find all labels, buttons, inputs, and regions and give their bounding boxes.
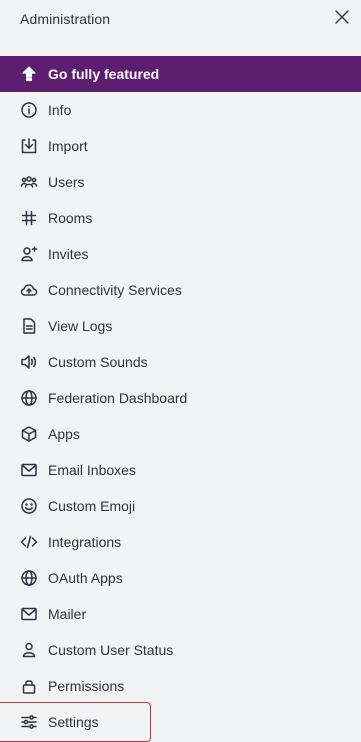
globe-icon [20,569,38,587]
sidebar-item-label: Mailer [48,606,87,622]
globe-icon [20,389,38,407]
sidebar-item-label: Custom Sounds [48,354,148,370]
sidebar-item-rooms[interactable]: Rooms [0,200,361,236]
sidebar-item-label: OAuth Apps [48,570,123,586]
sidebar-item-permissions[interactable]: Permissions [0,668,361,704]
sidebar-item-label: Federation Dashboard [48,390,188,406]
sidebar-item-info[interactable]: Info [0,92,361,128]
mail-icon [20,605,38,623]
info-icon [20,101,38,119]
sidebar-item-invites[interactable]: Invites [0,236,361,272]
sidebar-item-label: View Logs [48,318,113,334]
sidebar-item-label: Permissions [48,678,125,694]
users-icon [20,173,38,191]
emoji-icon [20,497,38,515]
sidebar-header: Administration [0,0,361,40]
sidebar-item-label: Invites [48,246,89,262]
document-icon [20,317,38,335]
cloud-icon [20,281,38,299]
user-icon [20,641,38,659]
sidebar-item-mailer[interactable]: Mailer [0,596,361,632]
sidebar-item-label: Custom User Status [48,642,174,658]
sidebar-item-label: Email Inboxes [48,462,136,478]
sidebar-item-email-inboxes[interactable]: Email Inboxes [0,452,361,488]
sidebar-item-custom-user-status[interactable]: Custom User Status [0,632,361,668]
sidebar-item-oauth-apps[interactable]: OAuth Apps [0,560,361,596]
sidebar-item-label: Import [48,138,88,154]
admin-nav: Go fully featured Info Import Users Room… [0,56,361,742]
sidebar-item-label: Users [48,174,85,190]
sliders-icon [20,713,38,731]
sidebar-item-label: Integrations [48,534,122,550]
sidebar-item-label: Info [48,102,72,118]
sound-icon [20,353,38,371]
import-icon [20,137,38,155]
cube-icon [20,425,38,443]
sidebar-item-label: Apps [48,426,80,442]
sidebar-item-view-logs[interactable]: View Logs [0,308,361,344]
sidebar-item-federation-dashboard[interactable]: Federation Dashboard [0,380,361,416]
sidebar-item-users[interactable]: Users [0,164,361,200]
user-plus-icon [20,245,38,263]
sidebar-item-label: Connectivity Services [48,282,182,298]
upgrade-arrow-icon [20,65,38,83]
go-fully-featured-label: Go fully featured [48,66,160,82]
code-icon [20,533,38,551]
lock-icon [20,677,38,695]
close-icon [335,9,349,29]
sidebar-item-label: Custom Emoji [48,498,136,514]
sidebar-item-custom-emoji[interactable]: Custom Emoji [0,488,361,524]
sidebar-item-custom-sounds[interactable]: Custom Sounds [0,344,361,380]
hashtag-icon [20,209,38,227]
go-fully-featured-button[interactable]: Go fully featured [0,56,361,92]
mail-icon [20,461,38,479]
sidebar-item-integrations[interactable]: Integrations [0,524,361,560]
close-button[interactable] [333,9,351,29]
sidebar-item-label: Rooms [48,210,93,226]
sidebar-item-label: Settings [48,714,99,730]
sidebar-item-import[interactable]: Import [0,128,361,164]
page-title: Administration [20,11,111,27]
sidebar-item-apps[interactable]: Apps [0,416,361,452]
sidebar-item-connectivity-services[interactable]: Connectivity Services [0,272,361,308]
